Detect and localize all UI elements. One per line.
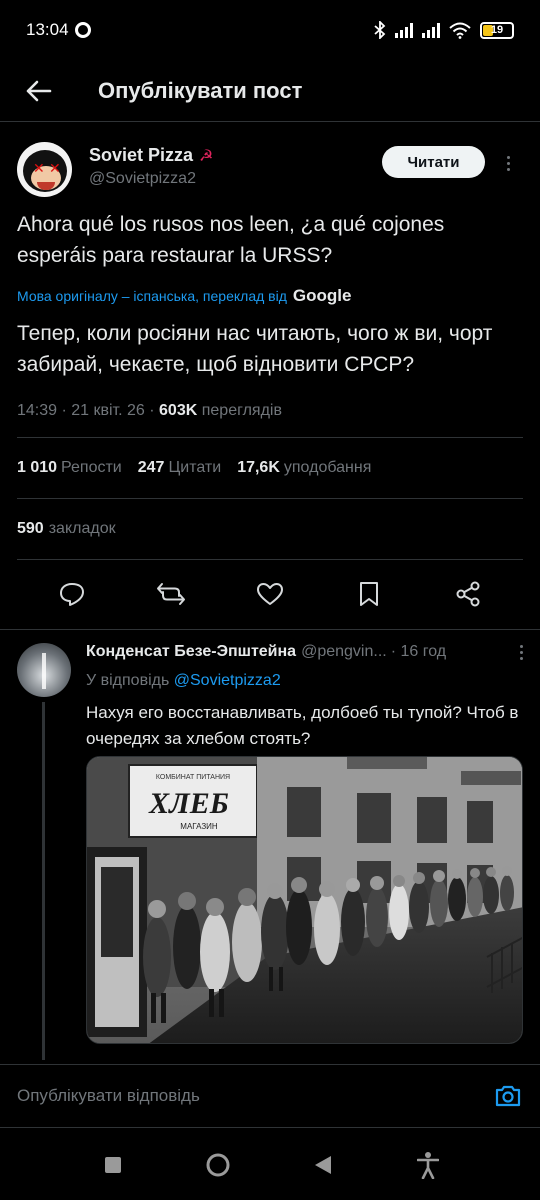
reply-text: Нахуя его восстанавливать, долбоеб ты ту… — [86, 703, 519, 748]
post-timestamp: 14:39 · 21 квіт. 26 · — [17, 402, 155, 419]
hammer-sickle-emoji: ☭ — [199, 147, 214, 165]
status-time: 13:04 — [26, 20, 91, 40]
battery-icon: 19 — [480, 21, 514, 39]
translation-note[interactable]: Мова оригіналу – іспанська, переклад від… — [17, 286, 523, 306]
post-original-text: Ahora qué los rusos nos leen, ¿a qué coj… — [17, 213, 445, 267]
bookmarks-stat: 590 закладок — [17, 499, 523, 560]
status-icons: 19 — [374, 21, 514, 39]
post-actions — [17, 560, 523, 627]
photo-shop-sign: МАГАЗИН — [180, 822, 218, 831]
photo-bread-sign: ХЛЕБ — [148, 787, 229, 820]
camera-icon — [495, 1085, 521, 1107]
page-title: Опублікувати пост — [98, 77, 303, 103]
author-display-name: Soviet Pizza ☭ — [89, 145, 214, 165]
reply-button[interactable] — [52, 574, 92, 614]
status-bar: 13:04 19 — [0, 0, 540, 60]
repost-icon — [157, 582, 186, 605]
more-options-icon[interactable] — [493, 156, 523, 171]
repost-button[interactable] — [151, 574, 191, 614]
reply-author-avatar[interactable] — [17, 643, 71, 697]
share-icon — [456, 581, 480, 606]
replying-to-handle-link[interactable]: @Sovietpizza2 — [174, 672, 281, 689]
reply-input[interactable] — [17, 1086, 493, 1106]
signal-icon-2 — [422, 22, 440, 38]
thread-line — [42, 702, 45, 1060]
triangle-back-icon — [314, 1156, 331, 1174]
arrow-left-icon — [26, 80, 52, 101]
views-label: переглядів — [201, 402, 282, 419]
reply-more-options-icon[interactable] — [520, 644, 523, 660]
reply-handle: @pengvin... — [301, 643, 387, 660]
views-count: 603K — [159, 402, 198, 419]
reply-display-name[interactable]: Конденсат Безе-Эпштейна — [86, 643, 296, 661]
accessibility-button[interactable] — [408, 1145, 448, 1185]
reply-composer — [0, 1064, 540, 1128]
author-avatar[interactable]: ✕ ✕ — [17, 142, 72, 197]
photo-top-sign: КОМБИНАТ ПИТАНИЯ — [156, 774, 230, 781]
home-circle-icon — [206, 1153, 229, 1177]
reposts-stat[interactable]: 1 010 Репости — [17, 459, 122, 477]
system-back-button[interactable] — [303, 1145, 343, 1185]
reply-actions-partial — [86, 1054, 516, 1060]
reply-post[interactable]: Конденсат Безе-Эпштейна @pengvin... · 16… — [0, 630, 540, 1060]
reply-header: Конденсат Безе-Эпштейна @pengvin... · 16… — [86, 643, 523, 661]
wifi-icon — [449, 22, 471, 39]
share-button[interactable] — [448, 574, 488, 614]
google-logo: Google — [292, 286, 352, 305]
author-names[interactable]: Soviet Pizza ☭ @Sovietpizza2 — [89, 145, 213, 188]
square-icon — [104, 1157, 121, 1173]
author-handle: @Sovietpizza2 — [89, 170, 196, 187]
like-icon — [256, 582, 283, 605]
like-button[interactable] — [250, 574, 290, 614]
post-translated-text: Тепер, коли росіяни нас читають, чого ж … — [17, 322, 493, 376]
signal-icon — [395, 22, 413, 38]
camera-button[interactable] — [493, 1081, 523, 1111]
reply-photo[interactable]: КОМБИНАТ ПИТАНИЯ ХЛЕБ МАГАЗИН — [86, 756, 523, 1044]
reply-time: · 16 год — [390, 643, 447, 660]
follow-button[interactable]: Читати — [382, 146, 485, 178]
reply-icon — [60, 582, 85, 606]
back-button[interactable] — [0, 80, 78, 102]
post-meta: 14:39 · 21 квіт. 26 · 603K переглядів — [17, 402, 523, 438]
recents-button[interactable] — [93, 1145, 133, 1185]
accessibility-icon — [416, 1152, 439, 1179]
bluetooth-icon — [374, 21, 386, 39]
replying-to: У відповідь @Sovietpizza2 — [86, 672, 281, 689]
top-app-bar: Опублікувати пост — [0, 60, 540, 122]
quotes-stat[interactable]: 247 Цитати — [138, 459, 221, 477]
bookmark-button[interactable] — [349, 574, 389, 614]
likes-stat[interactable]: 17,6K уподобання — [237, 459, 371, 477]
bread-queue-photo: КОМБИНАТ ПИТАНИЯ ХЛЕБ МАГАЗИН — [87, 757, 522, 1043]
home-button[interactable] — [198, 1145, 238, 1185]
post-author-row: ✕ ✕ Soviet Pizza ☭ @Sovietpizza2 Читати — [17, 122, 523, 208]
main-post: ✕ ✕ Soviet Pizza ☭ @Sovietpizza2 Читати … — [0, 122, 540, 627]
bookmark-icon — [359, 581, 378, 606]
post-stats: 1 010 Репости 247 Цитати 17,6K уподобання — [17, 438, 523, 499]
system-nav-bar — [0, 1130, 540, 1200]
status-notification-icon — [74, 22, 91, 38]
